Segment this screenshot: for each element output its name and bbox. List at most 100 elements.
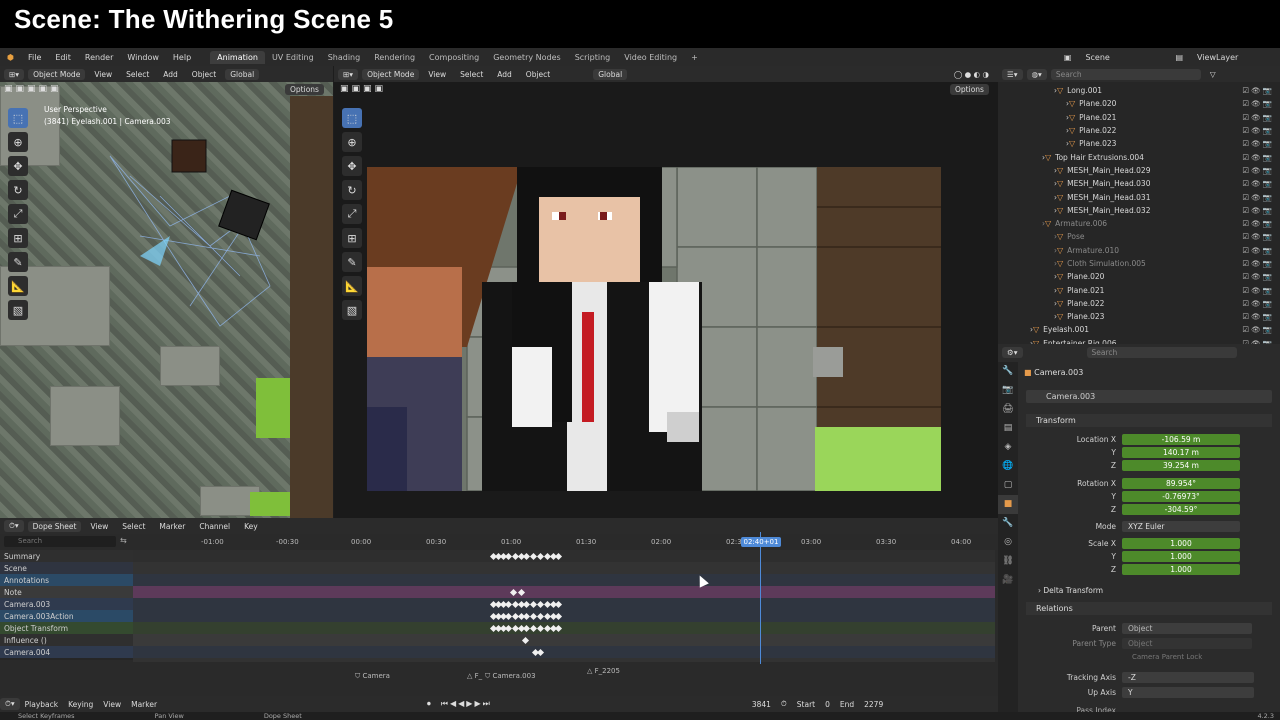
- outliner-row[interactable]: › ▽ Armature.010 ☑👁📷: [998, 244, 1280, 257]
- left-select-mode-icons[interactable]: ▣▣▣▣▣: [4, 84, 62, 94]
- outliner-row[interactable]: › ▽ Plane.021 ☑👁📷: [998, 111, 1280, 124]
- visibility-toggles-icon[interactable]: ☑👁📷: [1242, 113, 1274, 122]
- channel-row[interactable]: Note: [0, 586, 133, 598]
- dope-mode-select[interactable]: Dope Sheet: [27, 520, 82, 532]
- outliner-row[interactable]: › ▽ Top Hair Extrusions.004 ☑👁📷: [998, 150, 1280, 163]
- visibility-toggles-icon[interactable]: ☑👁📷: [1242, 325, 1274, 334]
- camera-parent-lock-checkbox[interactable]: Camera Parent Lock: [1132, 653, 1202, 661]
- main-menu-select[interactable]: Select: [455, 69, 488, 80]
- main-select-tool-icon[interactable]: ⬚: [342, 108, 362, 128]
- outliner-row[interactable]: › ▽ Plane.023 ☑👁📷: [998, 137, 1280, 150]
- outliner-row[interactable]: › ▽ Plane.021 ☑👁📷: [998, 283, 1280, 296]
- outliner-row[interactable]: › ▽ Plane.022 ☑👁📷: [998, 124, 1280, 137]
- menu-edit[interactable]: Edit: [48, 53, 78, 62]
- outliner-search-input[interactable]: Search: [1050, 68, 1201, 80]
- marker-strip[interactable]: ⛉ Camera △ F_ ⛉ Camera.003 △ F_2205: [133, 664, 995, 690]
- visibility-toggles-icon[interactable]: ☑👁📷: [1242, 206, 1274, 215]
- timeline-view-menu[interactable]: View: [98, 699, 126, 710]
- select-tool-icon[interactable]: ⬚: [8, 108, 28, 128]
- outliner-row[interactable]: › ▽ Pose ☑👁📷: [998, 230, 1280, 243]
- visibility-toggles-icon[interactable]: ☑👁📷: [1242, 86, 1274, 95]
- left-menu-view[interactable]: View: [89, 69, 117, 80]
- scene-tab-icon[interactable]: ◈: [998, 438, 1018, 457]
- scale-z-field[interactable]: 1.000: [1122, 564, 1240, 575]
- channel-row[interactable]: Influence (): [0, 634, 133, 646]
- visibility-toggles-icon[interactable]: ☑👁📷: [1242, 286, 1274, 295]
- delta-transform-panel[interactable]: › Delta Transform: [1038, 586, 1103, 595]
- tab-compositing[interactable]: Compositing: [422, 51, 486, 64]
- channel-row[interactable]: Camera.003: [0, 598, 133, 610]
- channel-row[interactable]: Scene: [0, 562, 133, 574]
- outliner-row[interactable]: › ▽ MESH_Main_Head.032 ☑👁📷: [998, 204, 1280, 217]
- left-menu-select[interactable]: Select: [121, 69, 154, 80]
- swap-icon[interactable]: ⇆: [120, 536, 127, 545]
- up-axis-select[interactable]: Y: [1122, 687, 1254, 698]
- visibility-toggles-icon[interactable]: ☑👁📷: [1242, 139, 1274, 148]
- time-ruler[interactable]: -01:00 -00:30 00:00 00:30 01:00 01:30 02:00 02:…: [133, 536, 995, 550]
- marker-f[interactable]: △ F_: [467, 672, 482, 680]
- marker-f2205[interactable]: △ F_2205: [587, 667, 620, 675]
- left-menu-add[interactable]: Add: [158, 69, 183, 80]
- visibility-toggles-icon[interactable]: ☑👁📷: [1242, 126, 1274, 135]
- playhead-frame-label[interactable]: 02:40+01: [741, 537, 781, 547]
- outliner-row[interactable]: › ▽ Plane.023 ☑👁📷: [998, 310, 1280, 323]
- main-select-mode-icons[interactable]: ▣▣▣▣: [340, 84, 386, 94]
- main-menu-add[interactable]: Add: [492, 69, 517, 80]
- visibility-toggles-icon[interactable]: ☑👁📷: [1242, 219, 1274, 228]
- current-frame-field[interactable]: 3841: [747, 699, 776, 710]
- view-layer-tab-icon[interactable]: ▤: [998, 419, 1018, 438]
- outliner-editor-type-icon[interactable]: ☰▾: [1002, 68, 1023, 80]
- dope-menu-marker[interactable]: Marker: [154, 521, 190, 532]
- annotate-tool-icon[interactable]: ✎: [8, 252, 28, 272]
- scale-tool-icon[interactable]: ⤢: [8, 204, 28, 224]
- main-add-cube-tool-icon[interactable]: ▧: [342, 300, 362, 320]
- view-layer-selector[interactable]: ViewLayer: [1190, 53, 1280, 62]
- left-mode-select[interactable]: Object Mode: [28, 68, 86, 80]
- outliner-row[interactable]: › ▽ MESH_Main_Head.029 ☑👁📷: [998, 164, 1280, 177]
- relations-panel-header[interactable]: Relations: [1026, 602, 1272, 615]
- visibility-toggles-icon[interactable]: ☑👁📷: [1242, 99, 1274, 108]
- timeline-playback-menu[interactable]: Playback: [20, 699, 63, 710]
- rotation-x-field[interactable]: 89.954°: [1122, 478, 1240, 489]
- tool-tab-icon[interactable]: 🔧: [998, 362, 1018, 381]
- left-orientation-select[interactable]: Global: [225, 68, 260, 80]
- outliner-filter-icon[interactable]: ▽: [1205, 69, 1221, 80]
- dope-menu-select[interactable]: Select: [117, 521, 150, 532]
- keyframe-area[interactable]: [133, 532, 995, 680]
- main-menu-view[interactable]: View: [423, 69, 451, 80]
- dope-menu-key[interactable]: Key: [239, 521, 263, 532]
- main-options-button[interactable]: Options: [950, 84, 989, 95]
- end-frame-field[interactable]: 2279: [859, 699, 888, 710]
- channel-row[interactable]: Object Transform: [0, 622, 133, 634]
- parent-field[interactable]: Object: [1122, 623, 1252, 634]
- outliner-display-mode-icon[interactable]: ◍▾: [1026, 68, 1047, 80]
- outliner-row[interactable]: › ▽ MESH_Main_Head.031 ☑👁📷: [998, 190, 1280, 203]
- tab-geometry-nodes[interactable]: Geometry Nodes: [486, 51, 567, 64]
- tab-uv-editing[interactable]: UV Editing: [265, 51, 321, 64]
- rotation-mode-select[interactable]: XYZ Euler: [1122, 521, 1240, 532]
- collection-tab-icon[interactable]: ▢: [998, 476, 1018, 495]
- main-move-tool-icon[interactable]: ✥: [342, 156, 362, 176]
- rotate-tool-icon[interactable]: ↻: [8, 180, 28, 200]
- tab-rendering[interactable]: Rendering: [367, 51, 422, 64]
- left-3d-viewport[interactable]: ⊞▾ Object Mode View Select Add Object Gl…: [0, 66, 333, 518]
- auto-key-record-icon[interactable]: ⏺: [422, 698, 436, 710]
- main-measure-tool-icon[interactable]: 📐: [342, 276, 362, 296]
- playback-controls-icon[interactable]: ⏮◀◀▶▶⏭: [436, 698, 497, 710]
- channel-row[interactable]: Camera.003Action: [0, 610, 133, 622]
- dope-menu-view[interactable]: View: [85, 521, 113, 532]
- outliner-row[interactable]: › ▽ Cloth Simulation.005 ☑👁📷: [998, 257, 1280, 270]
- timeline-keying-menu[interactable]: Keying: [63, 699, 98, 710]
- left-menu-object[interactable]: Object: [187, 69, 221, 80]
- rotation-z-field[interactable]: -304.59°: [1122, 504, 1240, 515]
- location-x-field[interactable]: -106.59 m: [1122, 434, 1240, 445]
- visibility-toggles-icon[interactable]: ☑👁📷: [1242, 153, 1274, 162]
- scale-y-field[interactable]: 1.000: [1122, 551, 1240, 562]
- main-annotate-tool-icon[interactable]: ✎: [342, 252, 362, 272]
- parent-type-select[interactable]: Object: [1122, 638, 1252, 649]
- marker-camera003[interactable]: ⛉ Camera.003: [485, 672, 536, 681]
- playhead-line[interactable]: [760, 532, 761, 680]
- location-y-field[interactable]: 140.17 m: [1122, 447, 1240, 458]
- add-cube-tool-icon[interactable]: ▧: [8, 300, 28, 320]
- main-editor-type-icon[interactable]: ⊞▾: [338, 68, 359, 80]
